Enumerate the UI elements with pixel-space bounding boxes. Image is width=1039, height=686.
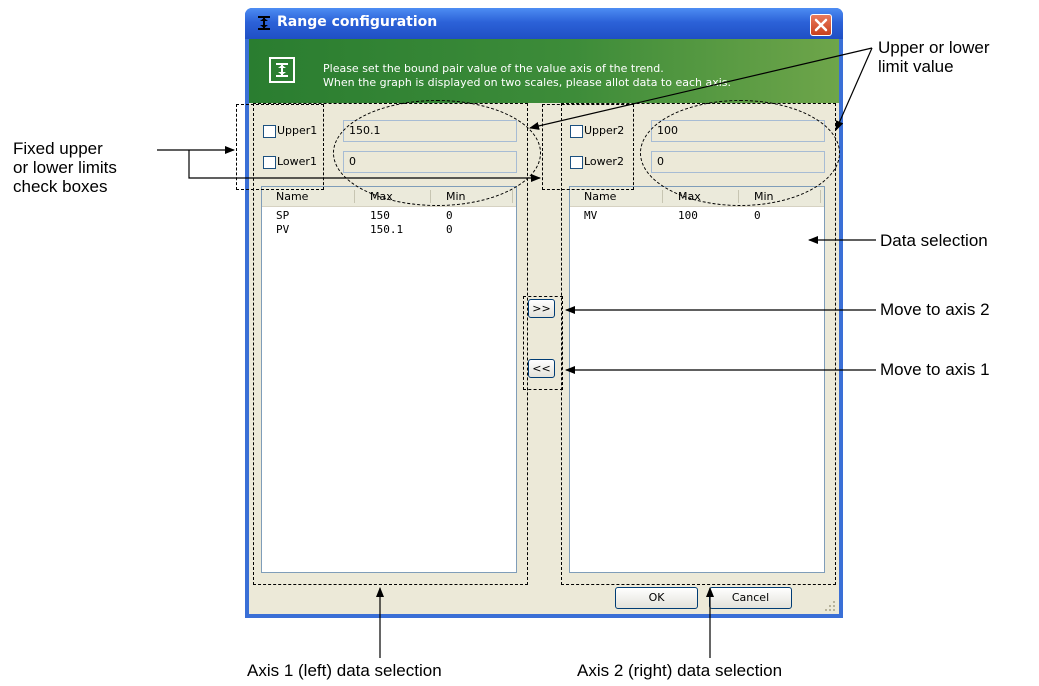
note-line: or lower limits xyxy=(13,158,117,177)
note-line: Upper or lower xyxy=(878,38,990,57)
move-axis1-note: Move to axis 1 xyxy=(880,360,990,379)
axis1-selection-note: Axis 1 (left) data selection xyxy=(247,661,442,680)
limit-value-note: Upper or lower limit value xyxy=(878,38,990,76)
data-selection-note: Data selection xyxy=(880,231,988,250)
fixed-checkboxes-note: Fixed upper or lower limits check boxes xyxy=(13,139,117,196)
callout-lines xyxy=(157,47,876,658)
axis2-selection-note: Axis 2 (right) data selection xyxy=(577,661,783,680)
note-line: limit value xyxy=(878,57,954,76)
note-line: Fixed upper xyxy=(13,139,103,158)
move-axis2-note: Move to axis 2 xyxy=(880,300,990,319)
note-line: check boxes xyxy=(13,177,108,196)
